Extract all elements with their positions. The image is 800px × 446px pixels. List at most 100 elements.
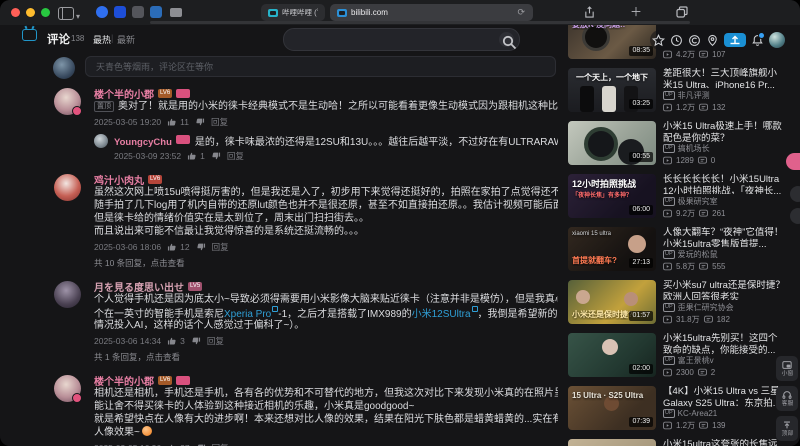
video-card[interactable]: 小米15ultra这夸张的长焦远...	[568, 439, 786, 446]
dislike-icon[interactable]	[191, 336, 201, 346]
comment-input[interactable]: 天青色等烟雨，评论区在等你	[85, 56, 556, 77]
pinned-tab-favicon-4[interactable]	[150, 6, 162, 18]
user-avatar[interactable]	[769, 32, 785, 48]
history-clock-icon[interactable]	[670, 34, 683, 47]
pinned-tab-favicon-1[interactable]	[96, 6, 108, 18]
commenter-avatar[interactable]	[54, 281, 81, 308]
promo-pill-button[interactable]	[786, 153, 800, 170]
sidebar-toggle-icon[interactable]	[58, 7, 74, 20]
search-keyword-link[interactable]: Xperia Pro	[224, 309, 278, 319]
like-icon[interactable]	[187, 151, 197, 161]
video-title[interactable]: 买小米su7 ultra还是保时捷？欧洲人回答很老实	[663, 280, 786, 300]
uploader-name[interactable]: 极果研究室	[678, 196, 718, 207]
video-thumbnail[interactable]: 12小时拍照挑战 「夜神长焦」有多神？ 06:00	[568, 174, 656, 218]
chevron-down-icon[interactable]: ▾	[76, 9, 80, 24]
video-card[interactable]: 小米还是保时捷? 01:57 买小米su7 ultra还是保时捷？欧洲人回答很老实 U…	[568, 280, 786, 324]
bilibili-logo[interactable]	[22, 29, 37, 41]
uploader-name[interactable]: 富王景桃v	[678, 355, 714, 366]
commenter-username[interactable]: 楼个半的小郡	[94, 373, 154, 388]
notification-bell-icon[interactable]	[751, 31, 765, 47]
like-icon[interactable]	[167, 242, 177, 252]
commenter-username[interactable]: 鸡汁小肉丸	[94, 172, 144, 187]
dislike-icon[interactable]	[196, 242, 206, 252]
like-icon[interactable]	[167, 117, 177, 127]
mini-player-button[interactable]: 小窗	[776, 356, 798, 381]
commenter-avatar[interactable]	[54, 375, 82, 403]
video-title[interactable]: 小米15ultra这夸张的长焦远...	[663, 439, 786, 446]
pinned-tab-favicon-2[interactable]	[114, 6, 126, 18]
dislike-icon[interactable]	[195, 117, 205, 127]
float-circle-button-2[interactable]	[790, 208, 800, 224]
video-thumbnail[interactable]: 要放K 没问题!! 08:35	[568, 25, 656, 59]
tab-overview-icon[interactable]	[676, 6, 688, 18]
sort-tab-hot[interactable]: 最热	[93, 33, 111, 46]
video-card[interactable]: 首提就翻车? xiaomi 15 ultra 27:13 人像大翻车？“夜神”它值得！…	[568, 227, 786, 271]
uploader-name[interactable]: 歪果仁研究协会	[678, 302, 734, 313]
upload-button[interactable]	[724, 33, 746, 47]
customer-service-button[interactable]: 客服	[776, 386, 798, 411]
reply-button[interactable]: 回复	[227, 150, 244, 162]
commenter-avatar[interactable]	[54, 88, 82, 116]
video-uploader-row[interactable]: UP 富王景桃v	[663, 356, 786, 366]
reply-avatar[interactable]	[94, 134, 108, 148]
video-card[interactable]: 12小时拍照挑战 「夜神长焦」有多神？ 06:00 长长长长长长！小米15Ultra …	[568, 174, 786, 218]
video-uploader-row[interactable]: UP 极果研究室	[663, 196, 786, 206]
reply-button[interactable]: 回复	[211, 116, 228, 128]
video-card[interactable]: 一个天上，一个地下 03:25 差距很大！三大顶峰旗舰小米15 Ultra、iPho…	[568, 68, 786, 112]
search-input[interactable]	[283, 28, 520, 51]
uploader-name[interactable]: 非凡评测	[678, 90, 710, 101]
pinned-tab-favicon-5[interactable]	[170, 8, 182, 17]
video-card[interactable]: 02:00 小米15ultra先别买！这四个致命的缺点，你能接受的... UP 富王景…	[568, 333, 786, 377]
like-icon[interactable]	[167, 336, 177, 346]
video-uploader-row[interactable]: UP 搞机场长	[663, 144, 786, 154]
my-avatar[interactable]	[53, 57, 75, 79]
video-uploader-row[interactable]: UP 非凡评测	[663, 90, 786, 100]
video-title[interactable]: 长长长长长长！小米15Ultra 12小时拍照挑战，「夜神长...	[663, 174, 786, 194]
video-uploader-row[interactable]: UP KC-Area21	[663, 408, 786, 418]
uploader-name[interactable]: 爱玩的松鼠	[678, 249, 718, 260]
sort-tab-new[interactable]: 最新	[117, 33, 135, 46]
share-icon[interactable]	[584, 6, 595, 19]
dislike-icon[interactable]	[211, 151, 221, 161]
reply-button[interactable]: 回复	[207, 335, 224, 347]
commenter-avatar[interactable]	[54, 174, 81, 201]
video-thumbnail[interactable]: 首提就翻车? xiaomi 15 ultra 27:13	[568, 227, 656, 271]
video-card[interactable]: 00:55 小米15 Ultra极速上手！哪款配色是你的菜？ UP 搞机场长 1289 0	[568, 121, 786, 165]
location-pin-icon[interactable]	[706, 34, 719, 47]
favorites-star-icon[interactable]	[652, 33, 665, 47]
float-circle-button-1[interactable]	[790, 186, 800, 202]
video-uploader-row[interactable]: UP 歪果仁研究协会	[663, 302, 786, 312]
video-thumbnail[interactable]: 02:00	[568, 333, 656, 377]
uploader-name[interactable]: KC-Area21	[678, 409, 718, 418]
reload-icon[interactable]: ⟳	[517, 7, 525, 18]
search-keyword-link[interactable]: 小米12SUltra	[412, 309, 478, 319]
reply-button[interactable]: 回复	[212, 241, 229, 253]
browser-tab-bilibili[interactable]: 哔哩哔哩 (゜-゜)つ...	[261, 4, 325, 21]
video-thumbnail[interactable]: 一个天上，一个地下 03:25	[568, 68, 656, 112]
uploader-name[interactable]: 搞机场长	[678, 143, 710, 154]
video-title[interactable]: 【4K】小米15 Ultra vs 三星Galaxy S25 Ultra：东京拍…	[663, 386, 786, 407]
view-more-replies[interactable]: 共 1 条回复，点击查看	[94, 351, 558, 363]
video-thumbnail[interactable]: 15 Ultra · S25 Ultra 07:39	[568, 386, 656, 430]
video-uploader-row[interactable]: UP 爱玩的松鼠	[663, 249, 786, 259]
minimize-button[interactable]	[26, 8, 35, 17]
video-thumbnail[interactable]: 小米还是保时捷? 01:57	[568, 280, 656, 324]
video-title[interactable]: 小米15ultra先别买！这四个致命的缺点，你能接受的...	[663, 333, 786, 354]
fullscreen-button[interactable]	[41, 8, 50, 17]
commenter-username[interactable]: 楼个半的小郡	[94, 86, 154, 101]
video-card[interactable]: 15 Ultra · S25 Ultra 07:39 【4K】小米15 Ultra …	[568, 386, 786, 430]
video-title[interactable]: 人像大翻车？“夜神”它值得！小米15ultra零售版首提...	[663, 227, 786, 247]
video-title[interactable]: 小米15 Ultra极速上手！哪款配色是你的菜？	[663, 121, 786, 142]
creator-center-icon[interactable]	[688, 34, 701, 47]
address-bar[interactable]: bilibili.com ⟳	[330, 4, 533, 21]
view-more-replies[interactable]: 共 10 条回复，点击查看	[94, 257, 558, 269]
pinned-tab-favicon-3[interactable]	[132, 6, 144, 18]
reply-username[interactable]: YoungcyChu	[114, 137, 172, 148]
commenter-username[interactable]: 月を見る度思い出せ	[94, 279, 184, 294]
reply-button[interactable]: 回复	[212, 442, 229, 446]
video-title[interactable]: 差距很大！三大顶峰旗舰小米15 Ultra、iPhone16 Pr...	[663, 68, 786, 88]
close-button[interactable]	[11, 8, 20, 17]
video-thumbnail[interactable]	[568, 439, 656, 446]
back-to-top-button[interactable]: 顶部	[776, 416, 798, 441]
search-icon[interactable]	[499, 32, 517, 50]
